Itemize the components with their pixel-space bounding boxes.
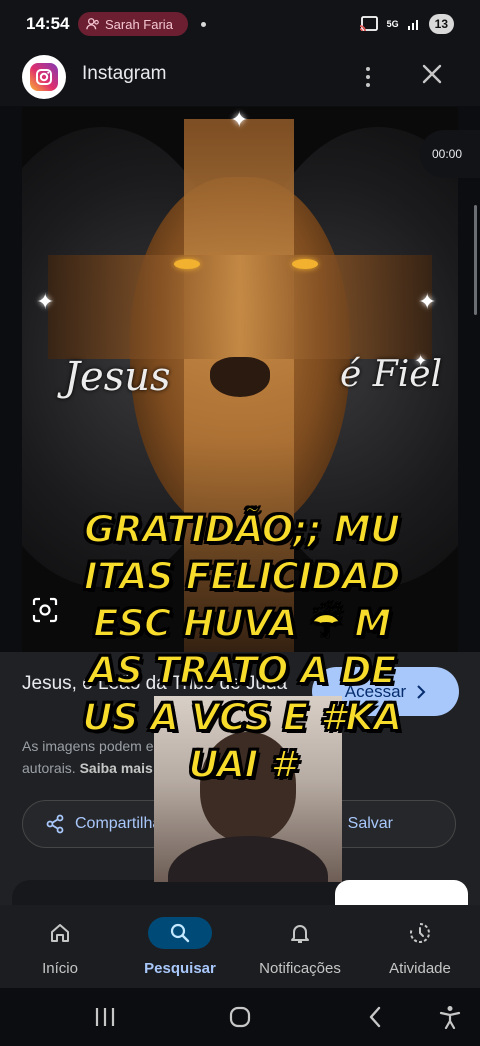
status-time: 14:54	[26, 14, 70, 33]
bell-icon	[268, 917, 332, 949]
profile-pill[interactable]: Sarah Faria	[78, 12, 188, 36]
network-label: 5G	[386, 18, 399, 29]
app-title: Instagram	[82, 63, 167, 84]
video-time[interactable]: 00:00	[420, 130, 480, 178]
instagram-logo-icon	[22, 55, 66, 99]
status-bar: 14:54 Sarah Faria 5G 13	[0, 0, 480, 48]
sparkle-icon: ✦	[418, 289, 437, 314]
activity-icon	[388, 917, 452, 949]
image-text-left: Jesus	[64, 354, 171, 400]
lens-search-icon[interactable]	[30, 595, 60, 625]
signal-icon	[407, 20, 418, 30]
system-navigation	[0, 988, 480, 1046]
nav-label: Notificações	[259, 960, 341, 977]
bottom-navigation: Início Pesquisar Notificações Atividade	[0, 905, 480, 988]
profile-icon	[86, 18, 99, 30]
cast-icon	[359, 16, 378, 32]
cross-horizontal	[48, 255, 432, 359]
nav-label: Início	[42, 960, 78, 977]
share-icon	[46, 814, 64, 834]
nav-atividade[interactable]: Atividade	[360, 905, 480, 988]
battery-indicator: 13	[428, 14, 454, 34]
search-icon	[148, 917, 212, 949]
profile-name: Sarah Faria	[105, 16, 173, 32]
sparkle-icon: ✦	[36, 289, 55, 314]
back-icon[interactable]	[350, 996, 400, 1038]
notification-dot	[201, 22, 206, 27]
recents-icon[interactable]	[80, 996, 130, 1038]
home-button-icon[interactable]	[215, 996, 265, 1038]
share-label: Compartilhar	[75, 815, 167, 832]
sparkle-icon: ✦	[414, 353, 428, 370]
kebab-menu-icon[interactable]	[357, 60, 379, 94]
caption-overlay: GRATIDÃO;; MUITAS FELICIDADESC HUVA ☔ MA…	[81, 507, 403, 787]
chevron-right-icon	[417, 684, 426, 699]
scroll-handle[interactable]	[474, 205, 477, 315]
next-result-thumbnail	[335, 880, 468, 905]
home-icon	[28, 917, 92, 949]
nav-pesquisar[interactable]: Pesquisar	[120, 905, 240, 988]
nav-notificacoes[interactable]: Notificações	[240, 905, 360, 988]
nav-label: Atividade	[389, 960, 451, 977]
nav-inicio[interactable]: Início	[0, 905, 120, 988]
battery-level: 13	[434, 17, 448, 31]
app-header: Instagram	[0, 48, 480, 106]
nav-label: Pesquisar	[144, 960, 216, 977]
sparkle-icon: ✦	[230, 107, 249, 132]
accessibility-icon[interactable]	[425, 996, 475, 1038]
status-icons: 5G 13	[359, 14, 454, 34]
save-label: Salvar	[347, 815, 393, 832]
close-icon[interactable]	[418, 60, 446, 88]
